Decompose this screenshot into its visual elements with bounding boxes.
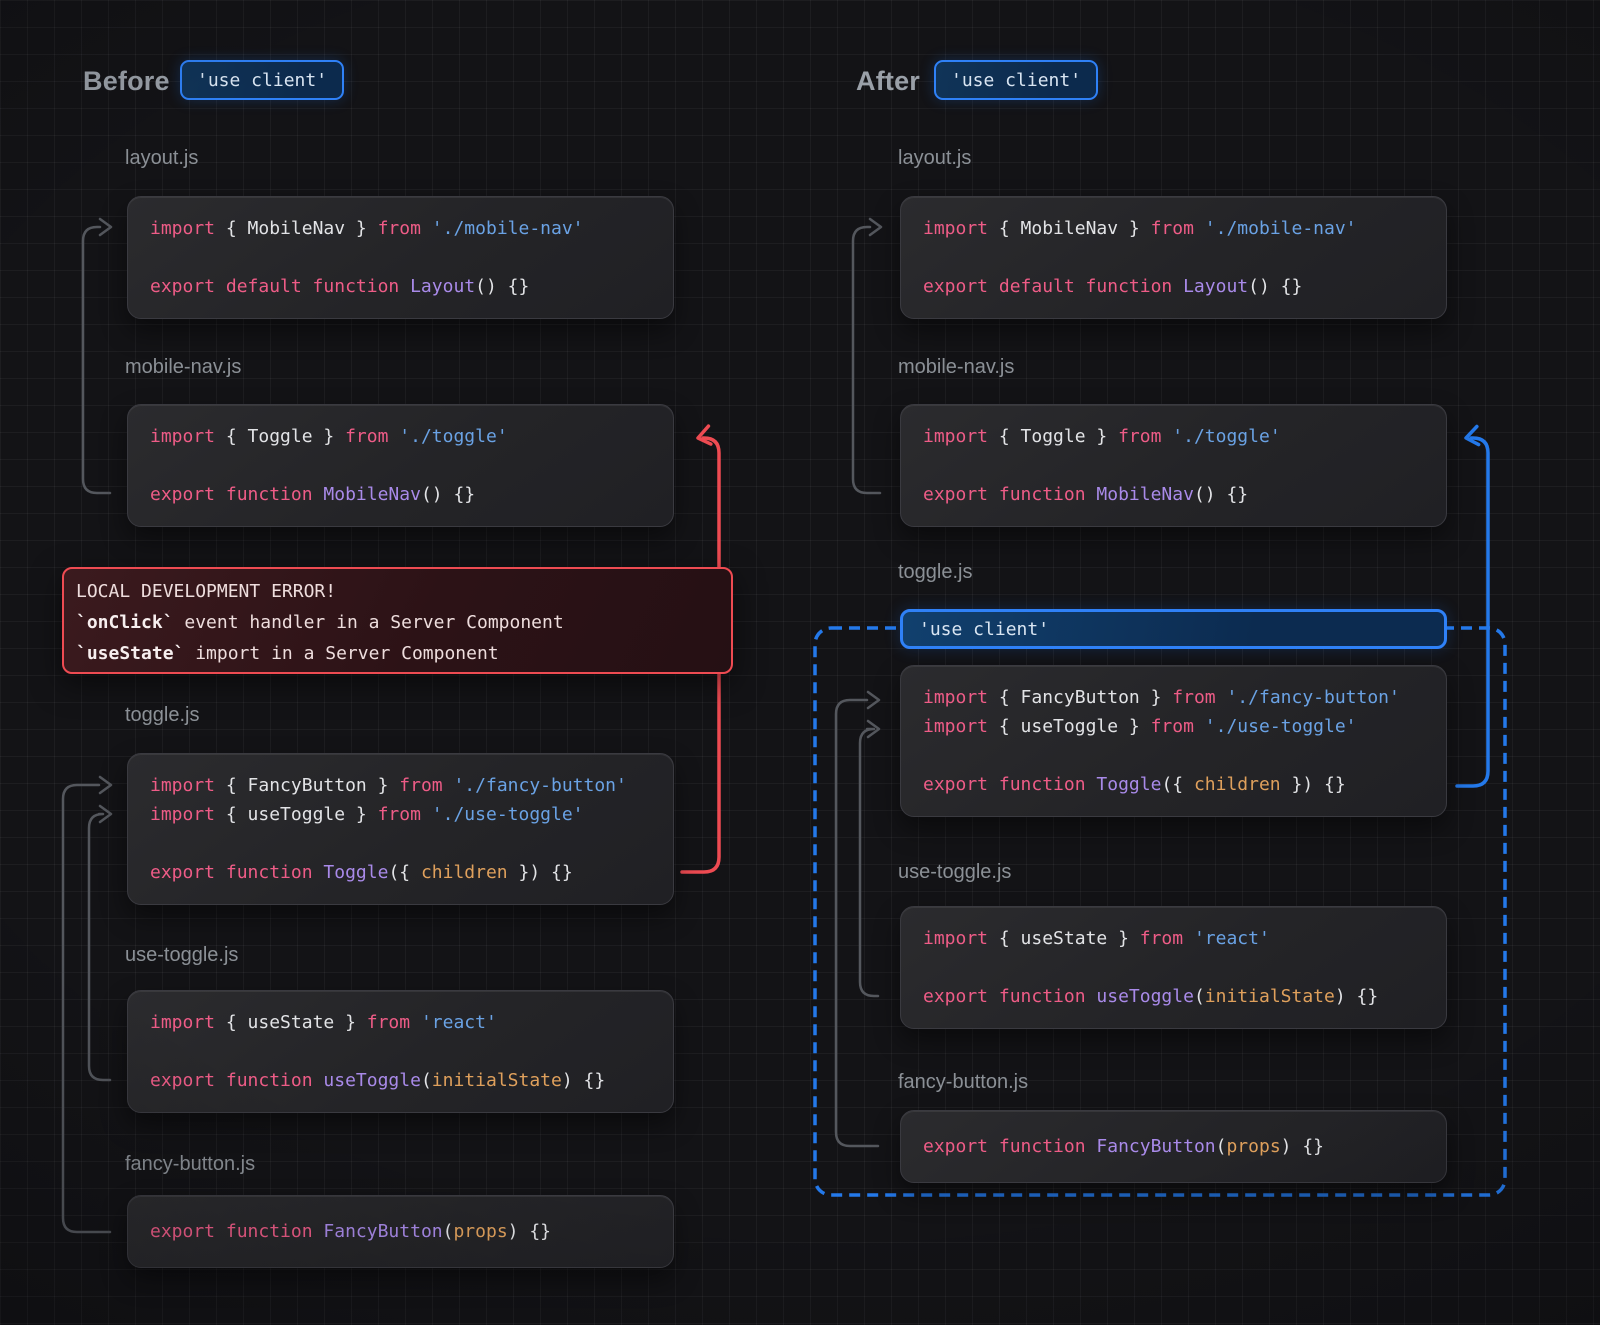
code-line: export default function Layout() {} [150, 272, 651, 301]
code-line: import { FancyButton } from './fancy-but… [150, 771, 651, 800]
file-label-toggle-after: toggle.js [898, 560, 973, 584]
file-label-mobilenav-after: mobile-nav.js [898, 355, 1014, 379]
code-line [150, 829, 651, 858]
code-line [923, 953, 1424, 982]
use-client-badge-after-label: 'use client' [951, 70, 1081, 91]
code-line: export function useToggle(initialState) … [150, 1066, 651, 1095]
file-label-mobilenav-before: mobile-nav.js [125, 355, 241, 379]
use-client-directive-banner-label: 'use client' [919, 619, 1049, 640]
code-line: import { Toggle } from './toggle' [150, 422, 651, 451]
code-line: export default function Layout() {} [923, 272, 1424, 301]
after-heading: After [856, 66, 920, 97]
code-line: import { Toggle } from './toggle' [923, 422, 1424, 451]
file-label-usetoggle-after: use-toggle.js [898, 860, 1011, 884]
code-line: export function FancyButton(props) {} [923, 1132, 1424, 1161]
code-block-fancybutton-before: export function FancyButton(props) {} [127, 1195, 674, 1268]
code-line: import { useState } from 'react' [150, 1008, 651, 1037]
code-line: import { FancyButton } from './fancy-but… [923, 683, 1424, 712]
error-box: LOCAL DEVELOPMENT ERROR!`onClick` event … [62, 567, 733, 674]
code-line: import { MobileNav } from './mobile-nav' [150, 214, 651, 243]
error-line: `useState` import in a Server Component [76, 638, 719, 669]
code-line: export function MobileNav() {} [923, 480, 1424, 509]
code-line: export function FancyButton(props) {} [150, 1217, 651, 1246]
code-line: export function MobileNav() {} [150, 480, 651, 509]
use-client-badge-before: 'use client' [180, 60, 344, 100]
code-line: import { useToggle } from './use-toggle' [150, 800, 651, 829]
file-label-fancybutton-after: fancy-button.js [898, 1070, 1028, 1094]
code-block-toggle-before: import { FancyButton } from './fancy-but… [127, 753, 674, 905]
code-line [923, 741, 1424, 770]
code-block-toggle-after: import { FancyButton } from './fancy-but… [900, 665, 1447, 817]
error-line: LOCAL DEVELOPMENT ERROR! [76, 576, 719, 607]
use-client-badge-after: 'use client' [934, 60, 1098, 100]
code-block-usetoggle-before: import { useState } from 'react' export … [127, 990, 674, 1113]
code-block-layout-before: import { MobileNav } from './mobile-nav'… [127, 196, 674, 319]
code-block-mobilenav-after: import { Toggle } from './toggle' export… [900, 404, 1447, 527]
code-block-layout-after: import { MobileNav } from './mobile-nav'… [900, 196, 1447, 319]
code-line [150, 1037, 651, 1066]
code-line: export function Toggle({ children }) {} [150, 858, 651, 887]
code-line [923, 243, 1424, 272]
code-line [923, 451, 1424, 480]
diagram-canvas: Before 'use client' layout.js import { M… [0, 0, 1600, 1325]
before-heading: Before [83, 66, 170, 97]
code-line [150, 451, 651, 480]
file-label-toggle-before: toggle.js [125, 703, 200, 727]
file-label-usetoggle-before: use-toggle.js [125, 943, 238, 967]
code-line: import { useToggle } from './use-toggle' [923, 712, 1424, 741]
file-label-layout-before: layout.js [125, 146, 198, 170]
file-label-fancybutton-before: fancy-button.js [125, 1152, 255, 1176]
code-block-mobilenav-before: import { Toggle } from './toggle' export… [127, 404, 674, 527]
use-client-badge-before-label: 'use client' [197, 70, 327, 91]
code-line: export function useToggle(initialState) … [923, 982, 1424, 1011]
code-line: import { useState } from 'react' [923, 924, 1424, 953]
code-block-usetoggle-after: import { useState } from 'react' export … [900, 906, 1447, 1029]
code-line: import { MobileNav } from './mobile-nav' [923, 214, 1424, 243]
code-line: export function Toggle({ children }) {} [923, 770, 1424, 799]
file-label-layout-after: layout.js [898, 146, 971, 170]
code-block-fancybutton-after: export function FancyButton(props) {} [900, 1110, 1447, 1183]
use-client-directive-banner: 'use client' [900, 609, 1447, 649]
error-line: `onClick` event handler in a Server Comp… [76, 607, 719, 638]
code-line [150, 243, 651, 272]
